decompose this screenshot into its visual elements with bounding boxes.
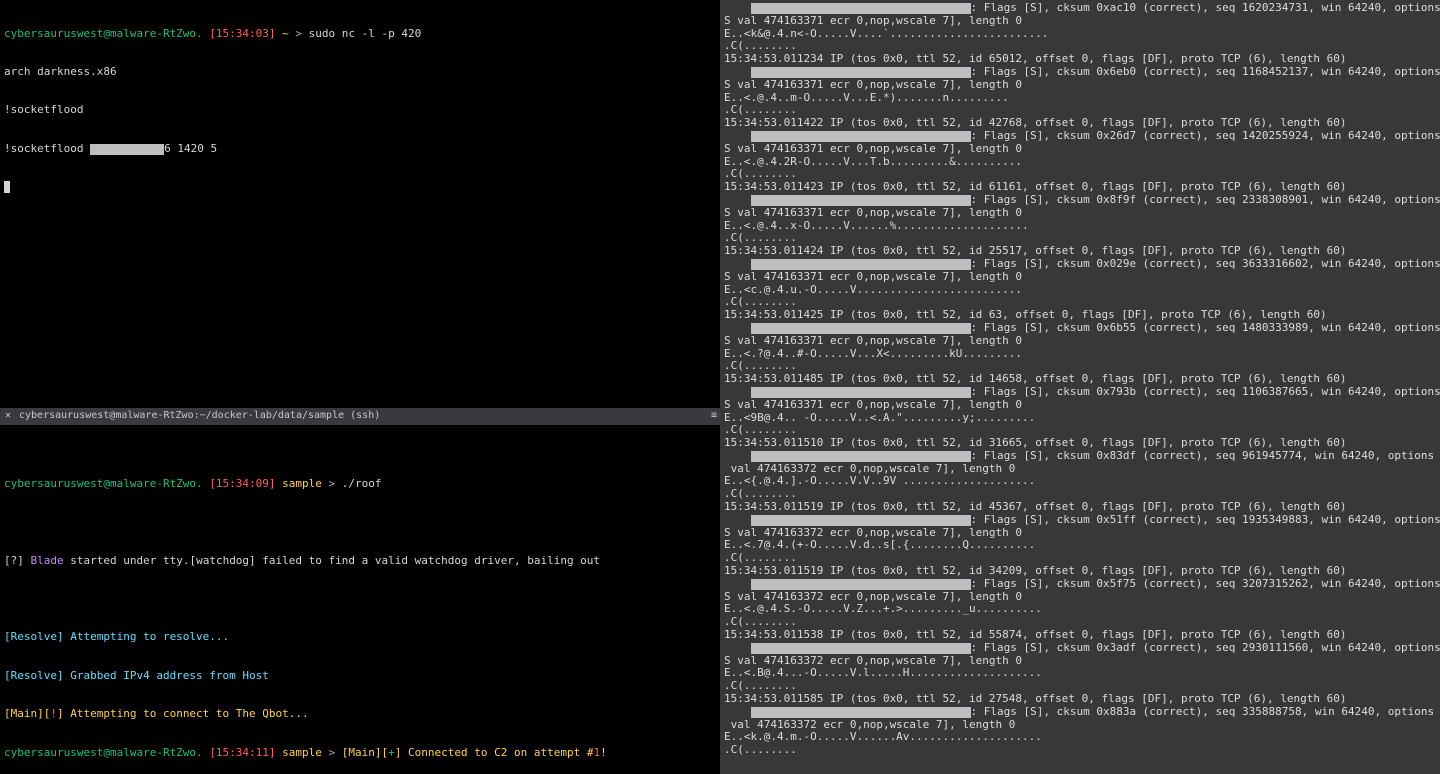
terminal-bottom-left[interactable]: ✕ cybersauruswest@malware-RtZwo:~/docker… xyxy=(0,382,720,774)
tcpdump-line: E..<.?@.4..#-O.....V...X<.........kU....… xyxy=(724,348,1436,361)
terminal-output: [?] Blade started under tty.[watchdog] f… xyxy=(4,555,716,568)
tcpdump-line: 15:34:53.011585 IP (tos 0x0, ttl 52, id … xyxy=(724,693,1436,706)
redacted-ip: x xyxy=(751,387,971,398)
redacted-ip: x xyxy=(751,131,971,142)
terminal-output: [Main][!] Attempting to connect to The Q… xyxy=(4,708,716,721)
tcpdump-line: 15:34:53.011519 IP (tos 0x0, ttl 52, id … xyxy=(724,501,1436,514)
terminal-output: !socketflood xyxy=(4,104,716,117)
tcpdump-line: x: Flags [S], cksum 0x883a (correct), se… xyxy=(724,706,1436,719)
tab-title[interactable]: cybersauruswest@malware-RtZwo:~/docker-l… xyxy=(19,410,705,423)
prompt-line: cybersauruswest@malware-RtZwo. [15:34:11… xyxy=(4,747,716,760)
tcpdump-line: E..<k.@.4.m.-O.....V......Av............… xyxy=(724,731,1436,744)
redacted-ip: x xyxy=(751,515,971,526)
tcpdump-line: E..<k&@.4.n<-O.....V....`...............… xyxy=(724,28,1436,41)
tcpdump-line: x: Flags [S], cksum 0x5f75 (correct), se… xyxy=(724,578,1436,591)
tcpdump-line: .C(........ xyxy=(724,744,1436,757)
tcpdump-line: x: Flags [S], cksum 0x51ff (correct), se… xyxy=(724,514,1436,527)
prompt-command: sudo nc -l -p 420 xyxy=(309,27,422,40)
prompt-line: cybersauruswest@malware-RtZwo. [15:34:03… xyxy=(4,28,716,41)
tcpdump-line: E..<.B@.4...-O.....V.l.....H............… xyxy=(724,667,1436,680)
prompt-path: ~ xyxy=(282,27,289,40)
tcpdump-line: x: Flags [S], cksum 0x029e (correct), se… xyxy=(724,258,1436,271)
redacted-ip: x xyxy=(751,579,971,590)
tcpdump-line: x: Flags [S], cksum 0x793b (correct), se… xyxy=(724,386,1436,399)
tcpdump-line: S val 474163371 ecr 0,nop,wscale 7], len… xyxy=(724,271,1436,284)
tcpdump-line: 15:34:53.011538 IP (tos 0x0, ttl 52, id … xyxy=(724,629,1436,642)
tcpdump-line: x: Flags [S], cksum 0x6b55 (correct), se… xyxy=(724,322,1436,335)
tcpdump-line: E..<{.@.4.].-O.....V.V..9V .............… xyxy=(724,475,1436,488)
tab-close-icon[interactable]: ✕ xyxy=(3,410,13,423)
tcpdump-line: E..<9B@.4.. -O.....V..<.A.".........y;..… xyxy=(724,412,1436,425)
tcpdump-line: x: Flags [S], cksum 0x83df (correct), se… xyxy=(724,450,1436,463)
tcpdump-line: 15:34:53.011425 IP (tos 0x0, ttl 52, id … xyxy=(724,309,1436,322)
redacted-ip: x xyxy=(751,259,971,270)
tcpdump-line: S val 474163371 ecr 0,nop,wscale 7], len… xyxy=(724,207,1436,220)
terminal-output: !socketflood x6 1420 5 xyxy=(4,143,716,156)
terminal-output: [Resolve] Attempting to resolve... xyxy=(4,631,716,644)
tcpdump-line: S val 474163371 ecr 0,nop,wscale 7], len… xyxy=(724,399,1436,412)
tcpdump-line: S val 474163371 ecr 0,nop,wscale 7], len… xyxy=(724,335,1436,348)
terminal-output: arch darkness.x86 xyxy=(4,66,716,79)
redacted-ip: x xyxy=(751,643,971,654)
tcpdump-line: x: Flags [S], cksum 0x26d7 (correct), se… xyxy=(724,130,1436,143)
terminal-top-left[interactable]: cybersauruswest@malware-RtZwo. [15:34:03… xyxy=(0,0,720,382)
terminal-right-tcpdump[interactable]: x: Flags [S], cksum 0xac10 (correct), se… xyxy=(720,0,1440,774)
redacted-ip: x xyxy=(751,451,971,462)
tcpdump-line: E..<.@.4..m-O.....V...E.*).......n......… xyxy=(724,92,1436,105)
redacted-ip: x xyxy=(751,67,971,78)
tcpdump-line: E..<.7@.4.(+-O.....V.d..s[.{........Q...… xyxy=(724,539,1436,552)
redacted-ip: x xyxy=(751,195,971,206)
tcpdump-line: E..<c.@.4.u.-O.....V....................… xyxy=(724,284,1436,297)
tab-bar: ✕ cybersauruswest@malware-RtZwo:~/docker… xyxy=(0,408,720,425)
tcpdump-line: S val 474163371 ecr 0,nop,wscale 7], len… xyxy=(724,79,1436,92)
tcpdump-line: E..<.@.4.S.-O.....V.Z...+.>........._u..… xyxy=(724,603,1436,616)
prompt-line: cybersauruswest@malware-RtZwo. [15:34:09… xyxy=(4,478,716,491)
tcpdump-line: x: Flags [S], cksum 0x6eb0 (correct), se… xyxy=(724,66,1436,79)
tcpdump-line: x: Flags [S], cksum 0x8f9f (correct), se… xyxy=(724,194,1436,207)
tcpdump-line: 15:34:53.011519 IP (tos 0x0, ttl 52, id … xyxy=(724,565,1436,578)
redacted-ip: x xyxy=(751,323,971,334)
redacted-ip: x xyxy=(90,144,164,155)
tab-menu-icon[interactable]: ≡ xyxy=(711,410,717,423)
prompt-command: ./roof xyxy=(342,477,382,490)
tcpdump-line: E..<.@.4..x-O.....V......%..............… xyxy=(724,220,1436,233)
tcpdump-line: x: Flags [S], cksum 0x3adf (correct), se… xyxy=(724,642,1436,655)
tcpdump-line: S val 474163371 ecr 0,nop,wscale 7], len… xyxy=(724,15,1436,28)
tcpdump-line: 15:34:53.011510 IP (tos 0x0, ttl 52, id … xyxy=(724,437,1436,450)
tcpdump-line: S val 474163371 ecr 0,nop,wscale 7], len… xyxy=(724,143,1436,156)
tcpdump-line: 15:34:53.011485 IP (tos 0x0, ttl 52, id … xyxy=(724,373,1436,386)
redacted-ip: x xyxy=(751,707,971,718)
redacted-ip: x xyxy=(751,3,971,14)
prompt-user: cybersauruswest@malware-RtZwo. xyxy=(4,27,203,40)
cursor-block xyxy=(4,181,10,193)
terminal-output: [Resolve] Grabbed IPv4 address from Host xyxy=(4,670,716,683)
prompt-time: [15:34:03] xyxy=(209,27,275,40)
tcpdump-line: x: Flags [S], cksum 0xac10 (correct), se… xyxy=(724,2,1436,15)
tcpdump-line: E..<.@.4.2R-O.....V...T.b.........&.....… xyxy=(724,156,1436,169)
